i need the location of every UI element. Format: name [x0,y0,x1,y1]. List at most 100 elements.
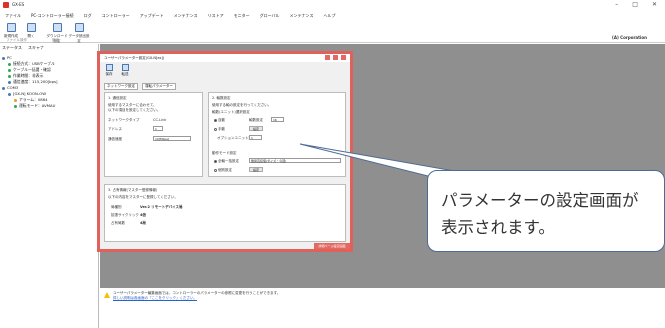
status-icon [8,80,11,84]
menu-connect[interactable]: PC-コントローラー接続 [31,13,74,19]
new-button[interactable]: 新規作成 [2,23,20,39]
option-units-label: オプションユニット数 [217,136,252,140]
address-label: アドレス [108,127,122,131]
menu-log[interactable]: ログ [84,13,92,19]
title-bar: GX-ES – □ ✕ [0,0,665,11]
section3-desc: 以下の内容をマスターに登録してください。 [108,195,178,199]
menu-maintenance[interactable]: メンテナンス [174,13,198,19]
all-axes-radio[interactable]: 全軸一括設定 [214,159,239,164]
cyclic-value: 4倍 [140,213,146,217]
parameter-dialog: ユーザーパラメーター設定(GX-N[ex]) 保存 転送 ネットワーク設定 運転… [97,51,353,252]
axis-set-button[interactable]: 設定 [249,126,263,131]
folder-icon [26,23,36,32]
save-icon [105,64,113,71]
dialog-title-bar: ユーザーパラメーター設定(GX-N[ex]) [100,54,350,62]
speed-label: 通信速度 [108,137,122,141]
radio-selected-icon [214,159,217,163]
brand-label: (A) Corporation [612,35,647,40]
menu-bar: ファイル PC-コントローラー接続 ログ コントローラー アップデート メンテナ… [0,11,665,21]
axis-select-heading: 軸数(ユニット)選択設定 [212,110,250,114]
address-stepper[interactable]: 1 [153,126,163,131]
mode-select[interactable]: 簡易直接値(ダイズ・今回) [249,158,341,163]
callout-line-2: 表示されます。 [441,218,555,237]
dialog-close-button[interactable] [341,55,346,60]
alarm-icon [14,98,17,102]
station-type-label: 局種別 [111,205,122,209]
upload-icon [74,23,84,32]
communication-settings-panel: 1. 通信設定 使用するマスターに合わせて、 以下の項目を設定してください。 ネ… [104,92,203,177]
read-settings-button[interactable]: データ読出設定 [68,23,90,44]
tab-status[interactable]: ステータス [2,45,22,51]
menu-maintenance-2[interactable]: メンテナンス [290,13,314,19]
menu-restore[interactable]: リストア [208,13,224,19]
stations-value: 4局 [140,221,146,225]
dialog-minimize-button[interactable] [325,55,330,60]
menu-controller[interactable]: コントローラー [102,13,130,19]
menu-monitor[interactable]: モニター [234,13,250,19]
station-type-value: Ver.2 リモートデバイス局 [140,205,183,209]
save-button[interactable]: 保存 [104,64,114,77]
minimize-button[interactable]: – [615,1,618,8]
status-icon [14,104,17,108]
pc-icon [2,56,5,60]
open-button[interactable]: 開く [22,23,40,39]
auto-radio[interactable]: 自動 [214,118,225,123]
app-icon [3,2,9,8]
status-icon [8,74,11,78]
menu-update[interactable]: アップデート [140,13,164,19]
axis-count-label: 軸数設定 [249,118,263,122]
section1-header: 1. 通信設定 [108,96,127,100]
tab-scanner[interactable]: スキャナ [28,45,44,51]
section1-desc: 以下の項目を設定してください。 [108,108,161,112]
help-link[interactable]: 詳しい説明は各画面の「ここをクリック」ください。 [113,296,280,301]
manual-radio[interactable]: 手動 [214,127,225,132]
section3-header: 3. 占有情報(マスター登録情報) [108,188,158,192]
speed-select[interactable]: 10[Mbps] [153,136,191,141]
radio-icon [214,168,217,172]
radio-icon [214,127,217,131]
cyclic-label: 拡張サイクリック [111,213,139,217]
window-title: GX-ES [12,2,25,7]
option-units-select[interactable]: 1 [249,135,262,140]
callout-line-1: パラメーターの設定画面が [441,191,639,210]
mode-set-button[interactable]: 設定 [249,167,263,172]
stations-label: 占有局数 [111,221,125,225]
radio-selected-icon [214,118,217,122]
status-icon [8,68,11,72]
tab-operation-parameters[interactable]: 運転パラメーター [142,83,176,90]
ribbon-group-settings: 設定 [52,38,59,42]
sidebar: ステータス スキャナ PC 接続方式：USBケーブル ケーブル一括選・確認 作業… [0,44,99,328]
axis-settings-panel: 2. 軸数設定 使用する軸の設定を行ってください。 軸数(ユニット)選択設定 自… [208,92,346,177]
device-icon [8,92,11,96]
axis-count-select[interactable]: 16 [271,117,284,122]
download-icon [52,23,62,32]
section2-header: 2. 軸数設定 [212,96,231,100]
ribbon-group-file: ファイル操作 [6,38,27,42]
occupied-info-panel: 3. 占有情報(マスター登録情報) 以下の内容をマスターに登録してください。 局… [104,184,346,242]
network-type-label: ネットワークタイプ [108,118,140,122]
port-icon [2,86,5,90]
menu-global[interactable]: グローバル [260,13,280,19]
device-tree: PC 接続方式：USBケーブル ケーブル一括選・確認 作業時間：非表示 通信速度… [2,55,57,109]
new-file-icon [6,23,16,32]
section2-desc: 使用する軸の設定を行ってください。 [212,103,272,107]
tab-network-settings[interactable]: ネットワーク設定 [104,83,138,90]
close-button[interactable]: ✕ [652,1,657,8]
detail-settings-button[interactable]: 詳細ページ設定画面 [314,243,350,249]
dialog-title: ユーザーパラメーター設定(GX-N[ex]) [104,56,165,60]
individual-radio[interactable]: 個別設定 [214,168,232,173]
menu-help[interactable]: ヘルプ [323,13,335,19]
status-bar: ユーザーパラメーター編集画面では、コントローラーのパラメーターの参照に変更を行う… [100,288,665,328]
ribbon: 新規作成 開く ダウンロード設定 データ読出設定 [0,21,665,43]
dialog-maximize-button[interactable] [333,55,338,60]
status-icon [8,62,11,66]
transfer-icon [121,64,129,71]
maximize-button[interactable]: □ [632,1,638,8]
warning-icon [104,292,110,298]
menu-file[interactable]: ファイル [5,13,21,19]
callout-box: パラメーターの設定画面が 表示されます。 [427,170,665,252]
tree-item-mode[interactable]: 運転モード：AVMAU [2,103,57,109]
network-type-value: CC-Link [153,118,167,122]
transfer-button[interactable]: 転送 [120,64,130,77]
mode-settings-heading: 動作モード設定 [212,151,237,155]
